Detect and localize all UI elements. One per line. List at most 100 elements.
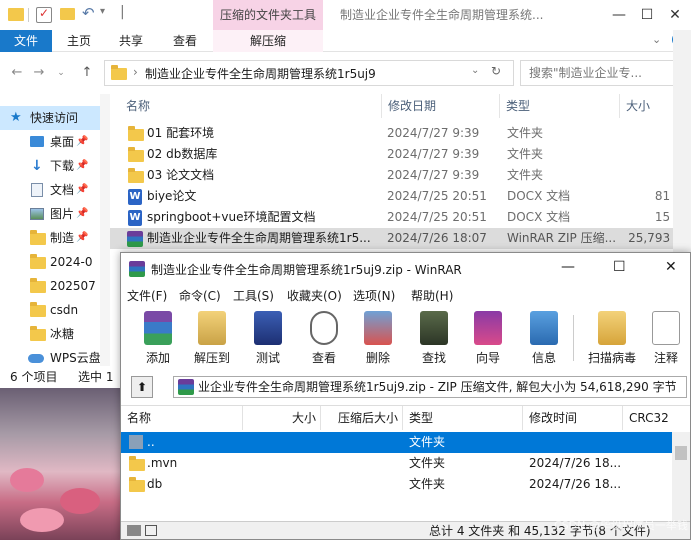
column-header-packed-size[interactable]: 压缩后大小 xyxy=(321,406,403,430)
find-button[interactable]: 查找 xyxy=(411,307,457,369)
sidebar-item-pictures[interactable]: 图片 📌 xyxy=(0,202,100,226)
winrar-title-bar: 制造业企业专件全生命周期管理系统1r5uj9.zip - WinRAR — ☐ … xyxy=(121,253,690,285)
list-item[interactable]: W biye论文 2024/7/25 20:51 DOCX 文档 81 KB xyxy=(110,186,691,207)
sidebar-item-downloads[interactable]: ↓ 下载 📌 xyxy=(0,154,100,178)
close-button[interactable]: ✕ xyxy=(660,0,690,30)
sidebar-item-folder[interactable]: 制造 📌 xyxy=(0,226,100,250)
close-button[interactable]: ✕ xyxy=(665,259,677,275)
list-item[interactable]: 制造业企业专件全生命周期管理系统1r5... 2024/7/26 18:07 W… xyxy=(110,228,691,249)
address-bar[interactable]: › 制造业企业专件全生命周期管理系统1r5uj9 ⌄ ↻ xyxy=(104,60,514,86)
up-folder-button[interactable]: ⬆ xyxy=(131,376,153,398)
table-row[interactable]: .. 文件夹 xyxy=(121,432,672,453)
list-item[interactable]: 02 db数据库 2024/7/27 9:39 文件夹 xyxy=(110,144,691,165)
file-name: 制造业企业专件全生命周期管理系统1r5... xyxy=(147,231,371,245)
list-item[interactable]: 03 论文文档 2024/7/27 9:39 文件夹 xyxy=(110,165,691,186)
scan-virus-button[interactable]: 扫描病毒 xyxy=(585,307,639,369)
column-header-name[interactable]: 名称 xyxy=(121,406,243,430)
column-header-type[interactable]: 类型 xyxy=(403,406,523,430)
test-icon xyxy=(254,311,282,345)
maximize-button[interactable]: ☐ xyxy=(613,259,626,275)
sidebar-item-wps-cloud[interactable]: WPS云盘 xyxy=(0,346,100,366)
wizard-button[interactable]: 向导 xyxy=(465,307,511,369)
ribbon-tab-bar: 文件 主页 共享 查看 解压缩 ⌄ ? xyxy=(0,30,691,52)
maximize-button[interactable]: ☐ xyxy=(632,0,662,30)
menu-file[interactable]: 文件(F) xyxy=(127,285,167,307)
chevron-down-icon[interactable]: ▾ xyxy=(100,6,105,17)
winrar-window: 制造业企业专件全生命周期管理系统1r5uj9.zip - WinRAR — ☐ … xyxy=(120,252,691,540)
file-name: 01 配套环境 xyxy=(147,126,215,140)
scroll-thumb[interactable] xyxy=(675,446,687,460)
search-input[interactable]: 搜索"制造业企业专... xyxy=(520,60,685,86)
file-list-header: 名称 修改日期 类型 大小 xyxy=(110,94,691,118)
winrar-icon xyxy=(129,261,145,277)
tool-label: 删除 xyxy=(365,351,390,365)
file-name: 03 论文文档 xyxy=(147,168,215,182)
add-button[interactable]: 添加 xyxy=(135,307,181,369)
tool-label: 查找 xyxy=(421,351,446,365)
delete-button[interactable]: 删除 xyxy=(355,307,401,369)
chevron-down-icon[interactable]: ⌄ xyxy=(652,33,661,46)
sidebar-item-folder[interactable]: 冰糖 xyxy=(0,322,100,346)
nav-scrollbar[interactable] xyxy=(100,94,110,366)
sidebar-item-label: 202507 xyxy=(50,279,96,293)
table-row[interactable]: .mvn 文件夹 2024/7/26 18... xyxy=(121,453,672,474)
vertical-scrollbar[interactable] xyxy=(672,432,690,522)
minimize-button[interactable]: — xyxy=(604,0,634,30)
sidebar-item-folder[interactable]: 2024-0 xyxy=(0,250,100,274)
up-icon[interactable]: ↑ xyxy=(78,64,96,82)
extract-to-button[interactable]: 解压到 xyxy=(189,307,235,369)
tab-home[interactable]: 主页 xyxy=(56,30,102,52)
context-tab-group-label: 压缩的文件夹工具 xyxy=(213,0,323,30)
column-header-date[interactable]: 修改日期 xyxy=(382,94,500,118)
chevron-right-icon: › xyxy=(133,65,138,79)
back-icon[interactable]: ← xyxy=(8,64,26,82)
list-item[interactable]: W springboot+vue环境配置文档 2024/7/25 20:51 D… xyxy=(110,207,691,228)
chevron-down-icon[interactable]: ⌄ xyxy=(471,65,479,76)
undo-icon[interactable]: ↶ xyxy=(82,4,95,22)
divider xyxy=(573,315,574,361)
info-icon xyxy=(530,311,558,345)
folder-icon xyxy=(30,326,46,341)
column-header-crc32[interactable]: CRC32 xyxy=(623,406,690,430)
binoculars-icon xyxy=(420,311,448,345)
drive-icon xyxy=(127,525,141,536)
info-button[interactable]: 信息 xyxy=(521,307,567,369)
download-icon: ↓ xyxy=(31,158,43,174)
new-folder-icon[interactable] xyxy=(60,8,75,20)
menu-favorites[interactable]: 收藏夹(O) xyxy=(287,285,342,307)
sidebar-item-folder[interactable]: 202507 xyxy=(0,274,100,298)
tab-share[interactable]: 共享 xyxy=(108,30,154,52)
comment-button[interactable]: 注释 xyxy=(643,307,689,369)
column-header-name[interactable]: 名称 xyxy=(120,94,382,118)
sidebar-item-label: 2024-0 xyxy=(50,255,93,269)
pin-icon: 📌 xyxy=(76,160,89,171)
menu-tools[interactable]: 工具(S) xyxy=(233,285,274,307)
refresh-icon[interactable]: ↻ xyxy=(491,64,501,78)
list-item[interactable]: 01 配套环境 2024/7/27 9:39 文件夹 xyxy=(110,123,691,144)
menu-commands[interactable]: 命令(C) xyxy=(179,285,221,307)
sidebar-item-desktop[interactable]: 桌面 📌 xyxy=(0,130,100,154)
table-row[interactable]: db 文件夹 2024/7/26 18... xyxy=(121,474,672,495)
tab-view[interactable]: 查看 xyxy=(162,30,208,52)
view-button[interactable]: 查看 xyxy=(301,307,347,369)
test-button[interactable]: 测试 xyxy=(245,307,291,369)
tab-extract[interactable]: 解压缩 xyxy=(213,30,323,52)
sidebar-item-folder[interactable]: csdn xyxy=(0,298,100,322)
file-date: 2024/7/27 9:39 xyxy=(387,126,480,140)
column-header-modified[interactable]: 修改时间 xyxy=(523,406,623,430)
file-date: 2024/7/27 9:39 xyxy=(387,168,480,182)
minimize-button[interactable]: — xyxy=(561,259,575,275)
chevron-down-icon[interactable]: ⌄ xyxy=(52,64,70,82)
properties-icon[interactable]: ✓ xyxy=(36,6,52,23)
file-name: 02 db数据库 xyxy=(147,147,218,161)
column-header-size[interactable]: 大小 xyxy=(243,406,321,430)
archive-path[interactable]: 业企业专件全生命周期管理系统1r5uj9.zip - ZIP 压缩文件, 解包大… xyxy=(173,376,687,398)
column-header-type[interactable]: 类型 xyxy=(500,94,620,118)
forward-icon[interactable]: → xyxy=(30,64,48,82)
menu-options[interactable]: 选项(N) xyxy=(353,285,395,307)
menu-help[interactable]: 帮助(H) xyxy=(411,285,453,307)
tab-file[interactable]: 文件 xyxy=(0,30,52,52)
file-name: springboot+vue环境配置文档 xyxy=(147,210,316,224)
sidebar-item-quick-access[interactable]: ★ 快速访问 xyxy=(0,106,100,130)
sidebar-item-documents[interactable]: 文档 📌 xyxy=(0,178,100,202)
